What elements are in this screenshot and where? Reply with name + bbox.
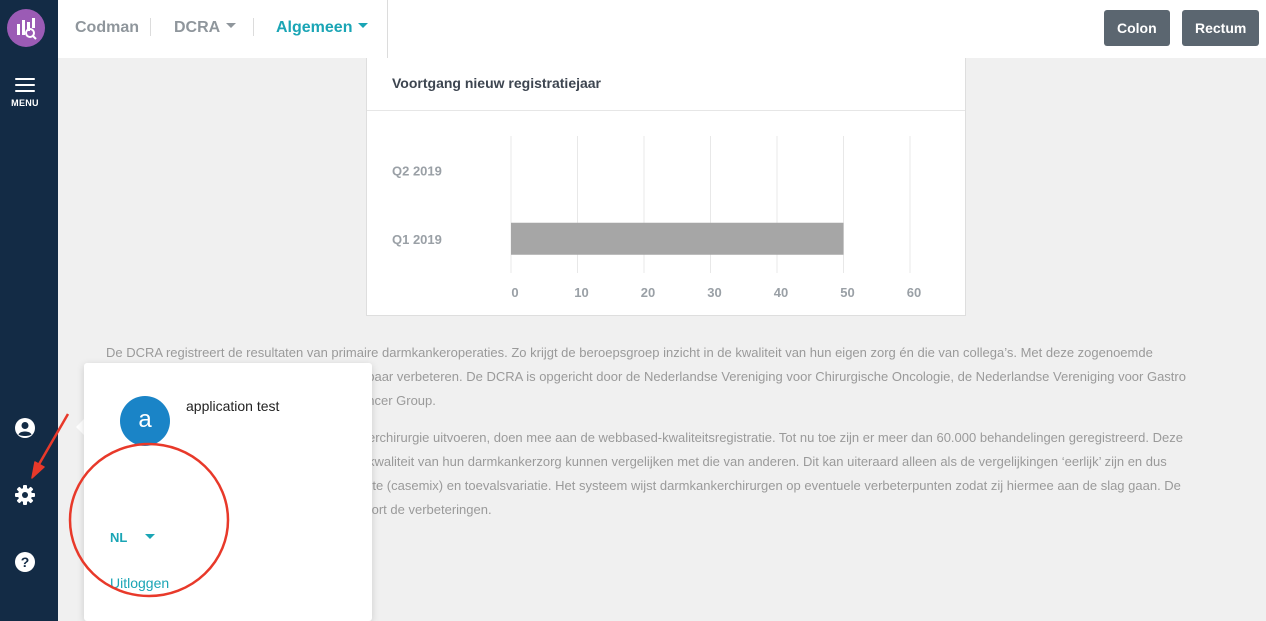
help-icon[interactable]: ? — [14, 551, 36, 573]
x-tick-label: 10 — [574, 285, 588, 300]
progress-chart: 0 10 20 30 40 50 60 Q2 2019 Q1 2019 — [392, 136, 921, 300]
x-tick-label: 40 — [774, 285, 788, 300]
caret-down-icon — [226, 23, 237, 29]
category-label: Q2 2019 — [392, 163, 442, 178]
top-bar: Codman DCRA Algemeen Colon Rectum — [58, 0, 1266, 58]
menu-button[interactable]: MENU — [0, 78, 50, 114]
colon-button[interactable]: Colon — [1104, 10, 1170, 46]
nav-algemeen-dropdown[interactable]: Algemeen — [276, 0, 369, 58]
x-tick-label: 0 — [511, 285, 518, 300]
nav-divider — [387, 0, 388, 58]
x-tick-label: 20 — [641, 285, 655, 300]
card-title: Voortgang nieuw registratiejaar — [392, 75, 602, 91]
nav-codman[interactable]: Codman — [75, 0, 139, 58]
caret-down-icon — [145, 534, 156, 540]
logout-link[interactable]: Uitloggen — [110, 575, 169, 591]
hamburger-icon — [15, 78, 35, 92]
caret-down-icon — [358, 23, 369, 29]
bar[interactable] — [511, 222, 844, 255]
category-label: Q1 2019 — [392, 232, 442, 247]
progress-card: Voortgang nieuw registratiejaar 0 10 20 30 4… — [366, 58, 966, 316]
menu-label: MENU — [11, 98, 39, 108]
account-icon[interactable] — [14, 417, 36, 439]
language-select[interactable]: NL — [110, 530, 156, 545]
user-name: application test — [186, 398, 280, 414]
sidebar: MENU ? — [0, 0, 58, 621]
x-tick-label: 60 — [907, 285, 921, 300]
rectum-button[interactable]: Rectum — [1182, 10, 1260, 46]
avatar: a — [120, 396, 170, 446]
nav-dcra-dropdown[interactable]: DCRA — [174, 0, 237, 58]
gear-icon[interactable] — [14, 484, 36, 506]
logo-icon[interactable] — [7, 9, 45, 47]
svg-text:?: ? — [21, 554, 30, 570]
nav-separator — [150, 18, 151, 36]
x-tick-label: 30 — [707, 285, 721, 300]
account-popover: a application test NL Uitloggen — [84, 363, 372, 621]
x-tick-label: 50 — [840, 285, 854, 300]
nav-separator — [253, 18, 254, 36]
